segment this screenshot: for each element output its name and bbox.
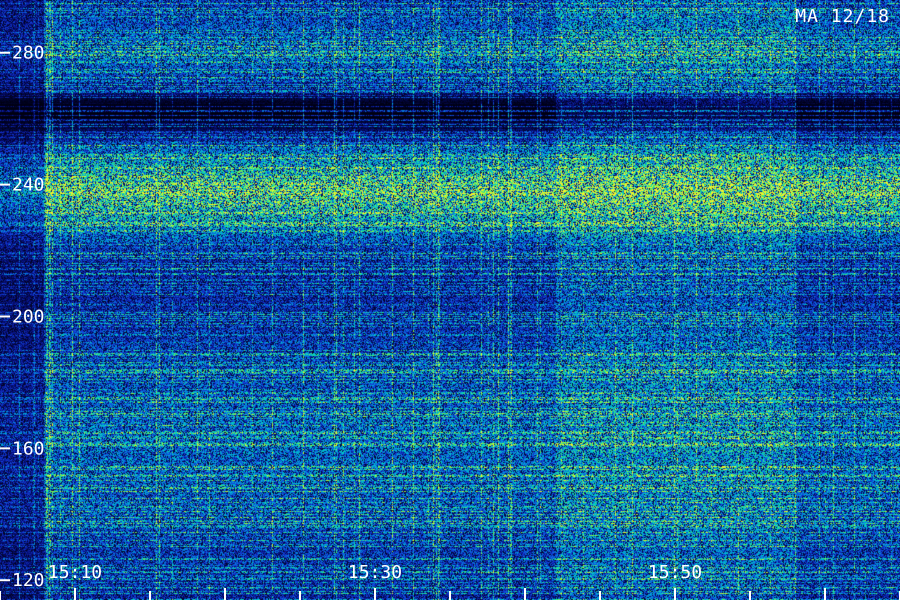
- y-tick-label: 120: [12, 570, 45, 591]
- spectrogram: 120 160 200 240 280 15:10 15:30 15:50 MA 12/18: [0, 0, 900, 600]
- x-axis: 15:10 15:30 15:50: [0, 562, 900, 600]
- y-tick-label: 240: [12, 175, 45, 196]
- x-tick-label: 15:30: [348, 562, 402, 583]
- y-tick-label: 280: [12, 43, 45, 64]
- x-tick-label: 15:10: [48, 562, 102, 583]
- x-tick-label: 15:50: [648, 562, 702, 583]
- y-tick-label: 200: [12, 306, 45, 327]
- axes-overlay: 120 160 200 240 280 15:10 15:30 15:50: [0, 43, 900, 600]
- station-label: MA 12/18: [795, 6, 890, 27]
- y-tick-label: 160: [12, 438, 45, 459]
- y-axis: 120 160 200 240 280: [0, 43, 45, 591]
